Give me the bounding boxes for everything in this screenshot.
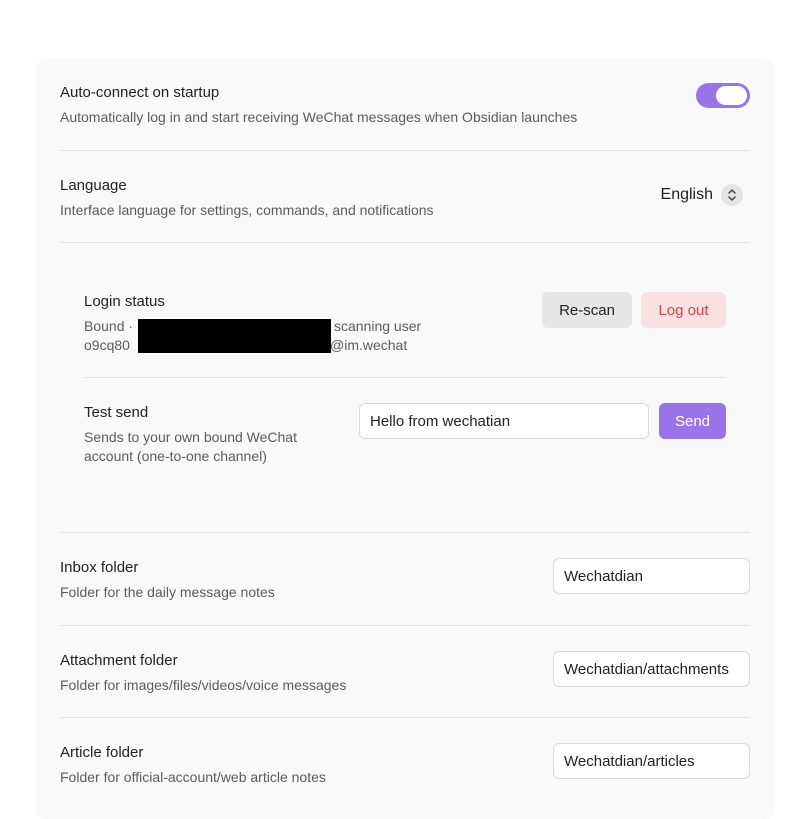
- setting-attachment-folder: Attachment folder Folder for images/file…: [60, 651, 750, 697]
- setting-auto-connect: Auto-connect on startup Automatically lo…: [60, 83, 750, 129]
- language-select[interactable]: English: [661, 184, 743, 206]
- divider: [60, 150, 750, 151]
- attachment-folder-input[interactable]: Wechatdian/attachments: [553, 651, 750, 687]
- setting-article-folder: Article folder Folder for official-accou…: [60, 743, 750, 789]
- setting-description-line2: account (one-to-one channel): [84, 448, 267, 464]
- setting-language: Language Interface language for settings…: [60, 176, 750, 222]
- setting-title: Language: [60, 177, 127, 194]
- setting-description: Automatically log in and start receiving…: [60, 109, 578, 125]
- setting-title: Auto-connect on startup: [60, 84, 220, 101]
- rescan-button[interactable]: Re-scan: [542, 292, 632, 328]
- login-status-line1: Bound ·: [84, 317, 133, 336]
- setting-login-status: Login status Bound · scanning user o9cq8…: [84, 292, 726, 354]
- divider: [60, 242, 750, 243]
- chevron-up-down-icon: [721, 184, 743, 206]
- auto-connect-toggle[interactable]: [696, 83, 750, 108]
- test-message-input[interactable]: Hello from wechatian: [359, 403, 649, 439]
- toggle-knob: [716, 86, 747, 105]
- language-select-value: English: [660, 186, 713, 203]
- divider: [60, 532, 750, 533]
- send-button[interactable]: Send: [659, 403, 726, 439]
- divider: [84, 377, 726, 378]
- logout-button[interactable]: Log out: [641, 292, 726, 328]
- setting-inbox-folder: Inbox folder Folder for the daily messag…: [60, 558, 750, 604]
- divider: [60, 717, 750, 718]
- setting-test-send: Test send Sends to your own bound WeChat…: [84, 403, 726, 465]
- login-status-suffix: scanning user: [334, 318, 422, 334]
- login-status-account-suffix: @im.wechat: [330, 337, 408, 353]
- login-status-account-prefix: o9cq80: [84, 337, 130, 353]
- login-status-prefix: Bound ·: [84, 318, 134, 334]
- article-folder-input[interactable]: Wechatdian/articles: [553, 743, 750, 779]
- redaction-block: [138, 319, 331, 353]
- divider: [60, 625, 750, 626]
- inbox-folder-input[interactable]: Wechatdian: [553, 558, 750, 594]
- setting-description: Interface language for settings, command…: [60, 202, 434, 218]
- settings-panel: Auto-connect on startup Automatically lo…: [36, 59, 774, 819]
